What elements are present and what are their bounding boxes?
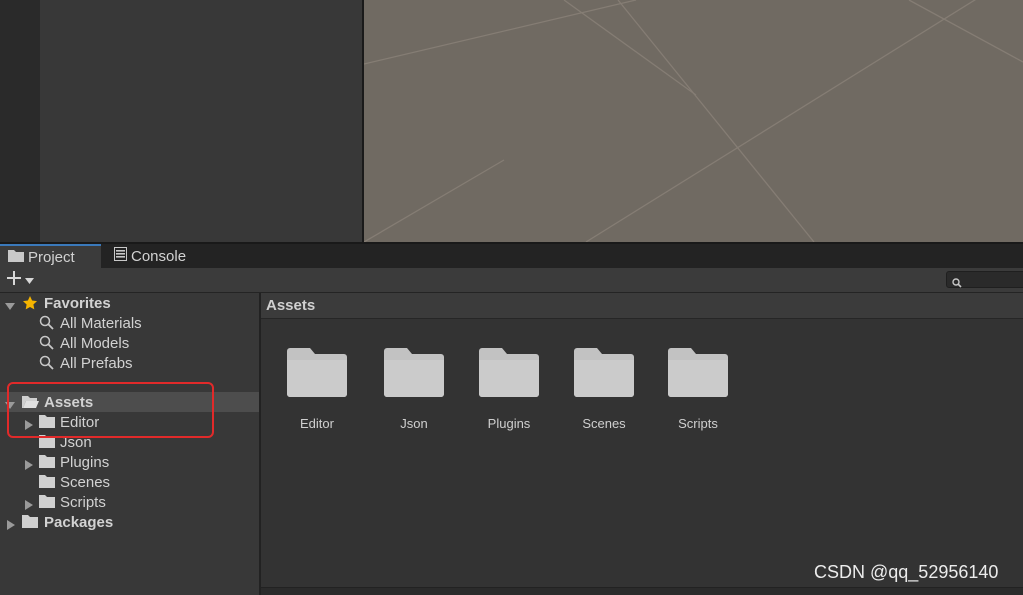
tree-item-all-prefabs[interactable]: All Prefabs (0, 353, 259, 373)
tree-item-editor[interactable]: Editor (0, 412, 259, 432)
tree-item-label: All Materials (60, 314, 142, 332)
folder-icon (39, 475, 55, 492)
search-input[interactable] (946, 271, 1023, 288)
chevron-down-icon (25, 271, 34, 289)
expand-right-icon[interactable] (24, 497, 34, 510)
tree-item-all-materials[interactable]: All Materials (0, 313, 259, 333)
search-icon (39, 355, 54, 374)
folder-icon (479, 348, 539, 397)
tree-item-label: Editor (60, 413, 100, 431)
tab-project-label: Project (28, 248, 75, 266)
asset-label: Plugins (487, 416, 531, 431)
watermark: CSDN @qq_52956140 (814, 562, 999, 582)
tab-console-label: Console (131, 247, 187, 265)
folder-icon (574, 348, 634, 397)
asset-folder-scenes[interactable]: Scenes (559, 347, 649, 433)
asset-label: Scenes (582, 416, 626, 431)
search-icon (952, 275, 962, 293)
tab-bar: Project Console (0, 244, 1023, 268)
folder-icon (39, 435, 55, 452)
project-tree: Favorites All Materials All Models All P… (0, 293, 259, 595)
tree-item-all-models[interactable]: All Models (0, 333, 259, 353)
plus-icon (6, 270, 22, 291)
tree-item-scripts[interactable]: Scripts (0, 492, 259, 512)
folder-icon (384, 348, 444, 397)
folder-icon (668, 348, 728, 397)
tree-item-label: Plugins (60, 453, 110, 471)
asset-folder-scripts[interactable]: Scripts (653, 347, 743, 433)
folder-icon (287, 348, 347, 397)
tab-console[interactable]: Console (112, 244, 186, 268)
console-icon (114, 247, 127, 265)
unity-editor: Project Console Favorites All Materials … (0, 0, 1023, 595)
asset-folder-plugins[interactable]: Plugins (464, 347, 554, 433)
scene-grid (364, 0, 1023, 242)
asset-label: Scripts (678, 416, 718, 431)
folder-open-icon (22, 395, 39, 413)
tree-item-assets[interactable]: Assets (0, 392, 259, 412)
tree-item-label: Packages (44, 513, 114, 531)
asset-label: Json (400, 416, 428, 431)
folder-icon (39, 415, 55, 432)
star-icon (22, 295, 38, 315)
assets-breadcrumb[interactable]: Assets (261, 293, 1023, 319)
tree-item-favorites[interactable]: Favorites (0, 293, 259, 313)
tree-item-scenes[interactable]: Scenes (0, 472, 259, 492)
status-bar (261, 587, 1023, 595)
scene-view[interactable] (364, 0, 1023, 242)
tree-item-label: All Models (60, 334, 130, 352)
expand-right-icon[interactable] (24, 417, 34, 430)
tree-item-json[interactable]: Json (0, 432, 259, 452)
folder-icon (8, 249, 24, 266)
toolbar-strip (0, 0, 40, 242)
expand-down-icon[interactable] (5, 397, 15, 409)
search-icon (39, 315, 54, 334)
expand-right-icon[interactable] (6, 517, 16, 530)
tree-item-plugins[interactable]: Plugins (0, 452, 259, 472)
assets-view: Assets Editor Json Plugins Scenes Script… (261, 293, 1023, 595)
expand-right-icon[interactable] (24, 457, 34, 470)
folder-icon (39, 455, 55, 472)
asset-label: Editor (300, 416, 334, 431)
add-button[interactable] (6, 270, 40, 291)
project-toolbar (0, 268, 1023, 293)
hierarchy-panel[interactable] (40, 0, 362, 242)
tree-item-label: Scenes (60, 473, 111, 491)
tree-item-label: Scripts (60, 493, 106, 511)
tree-item-label: Json (60, 433, 92, 451)
tree-item-packages[interactable]: Packages (0, 512, 259, 532)
folder-icon (22, 515, 38, 532)
tree-item-label: Assets (44, 393, 94, 411)
tree-item-label: Favorites (44, 294, 111, 312)
search-icon (39, 335, 54, 354)
tab-project[interactable]: Project (0, 244, 101, 268)
expand-down-icon[interactable] (5, 298, 15, 310)
asset-folder-editor[interactable]: Editor (272, 347, 362, 433)
folder-icon (39, 495, 55, 512)
asset-folder-json[interactable]: Json (369, 347, 459, 433)
tree-item-label: All Prefabs (60, 354, 133, 372)
